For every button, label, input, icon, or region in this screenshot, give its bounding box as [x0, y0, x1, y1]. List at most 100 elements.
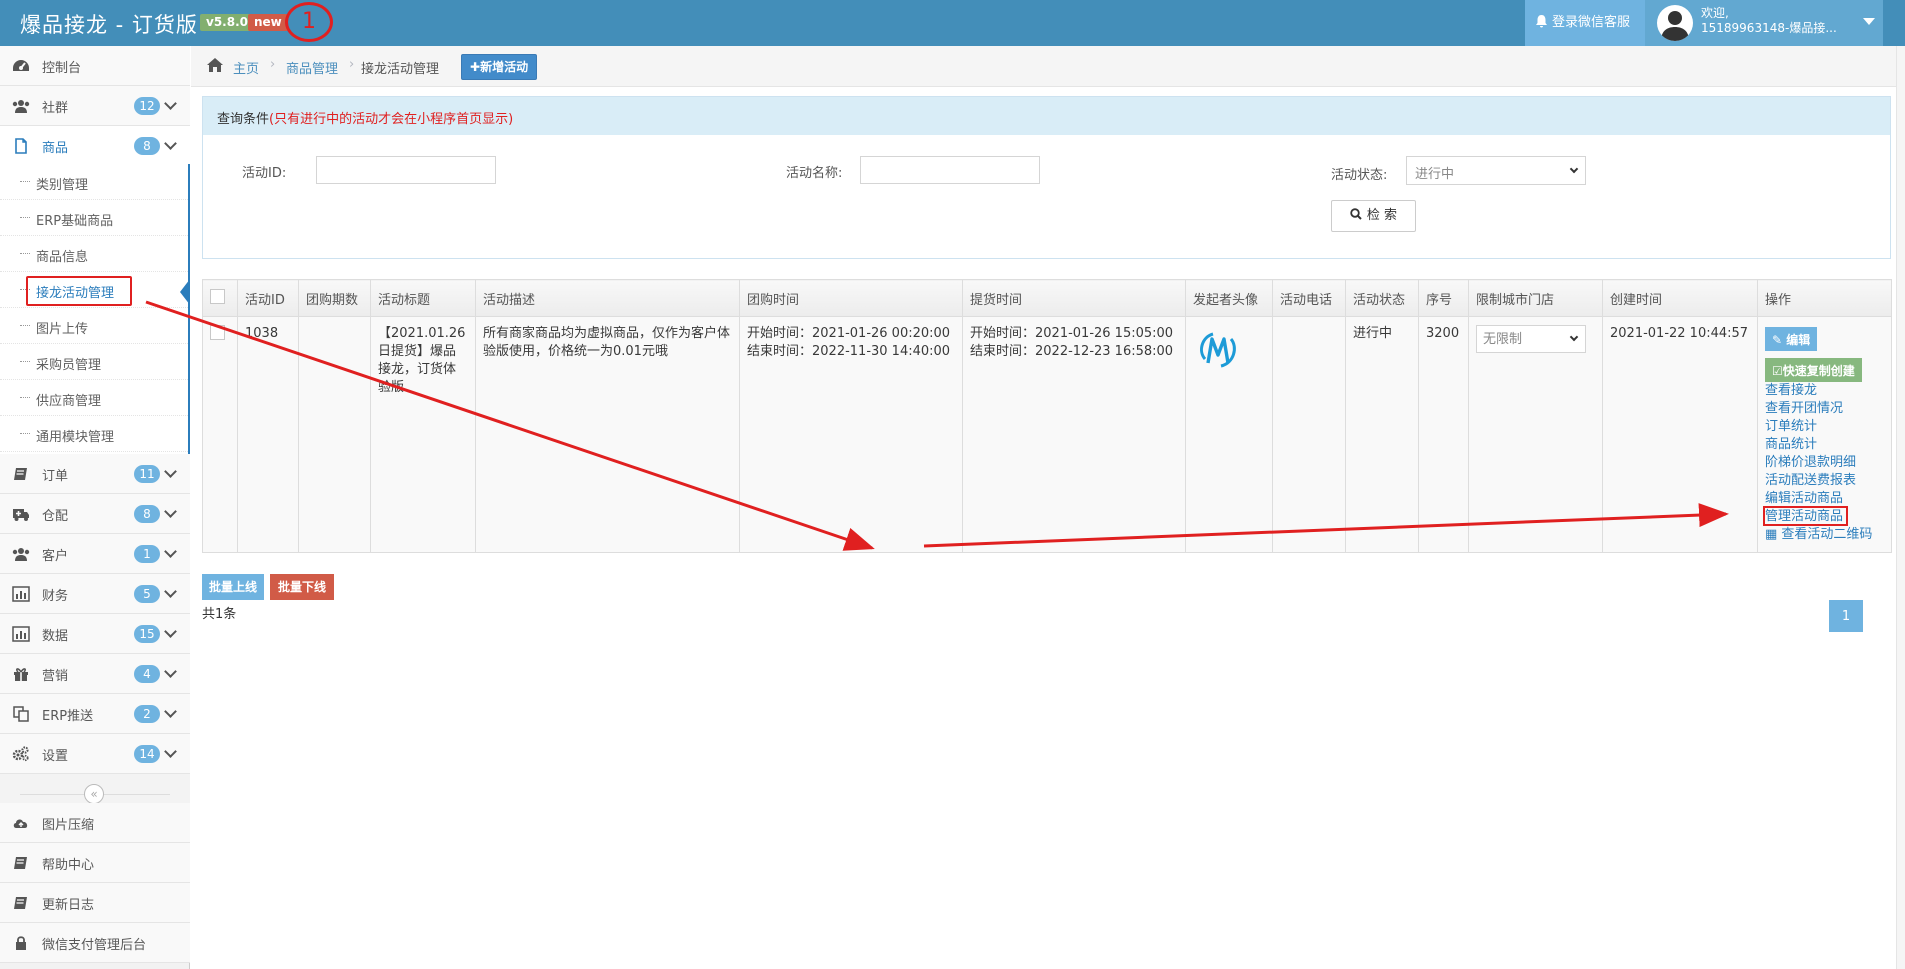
select-all-cell	[202, 279, 238, 317]
row-select-cell	[202, 316, 238, 553]
sidebar-item-erp-push[interactable]: ERP推送 2	[0, 694, 190, 734]
version-badge: v5.8.0	[200, 14, 254, 31]
pencil-icon: ✎	[1772, 333, 1787, 347]
sidebar-item-settings[interactable]: 设置 14	[0, 734, 190, 774]
column-header: 团购期数	[298, 279, 371, 317]
table-header-row: 活动ID 团购期数 活动标题 活动描述 团购时间 提货时间 发起者头像 活动电话…	[202, 279, 1892, 317]
sidebar-item-dashboard[interactable]: 控制台	[0, 46, 190, 86]
city-store-cell: 无限制	[1468, 316, 1603, 553]
active-submenu-pointer	[180, 279, 190, 305]
caret-down-icon	[1863, 18, 1875, 25]
view-relay-link[interactable]: 查看接龙	[1765, 382, 1884, 400]
breadcrumb-current: 接龙活动管理	[361, 62, 440, 77]
delivery-fee-report-link[interactable]: 活动配送费报表	[1765, 472, 1884, 490]
select-all-checkbox[interactable]	[210, 288, 225, 304]
sidebar-item-wxpay[interactable]: 微信支付管理后台	[0, 923, 190, 963]
pickup-start-time: 开始时间：2021-01-26 15:05:00	[970, 326, 1174, 341]
chevron-down-icon	[164, 97, 177, 110]
count-badge: 15	[134, 625, 160, 643]
sidebar-item-changelog[interactable]: 更新日志	[0, 883, 190, 923]
double-left-icon[interactable]: «	[84, 784, 104, 804]
sidebar-item-marketing[interactable]: 营销 4	[0, 654, 190, 694]
sidebar-item-orders[interactable]: 订单 11	[0, 454, 190, 494]
query-note: (只有进行中的活动才会在小程序首页显示)	[269, 112, 514, 127]
copy-icon	[13, 706, 29, 722]
sidebar-item-label: 图片压缩	[42, 818, 95, 833]
activity-table: 活动ID 团购期数 活动标题 活动描述 团购时间 提货时间 发起者头像 活动电话…	[202, 279, 1892, 553]
submenu-item-image-upload[interactable]: 图片上传	[0, 308, 188, 344]
chevron-down-icon	[164, 705, 177, 718]
sidebar-item-help[interactable]: 帮助中心	[0, 843, 190, 883]
book-icon	[14, 897, 27, 909]
add-activity-button[interactable]: ✚新增活动	[461, 54, 538, 80]
count-badge: 4	[134, 665, 160, 683]
page-button-1[interactable]: 1	[1829, 600, 1863, 632]
pickup-time: 开始时间：2021-01-26 15:05:00 结束时间：2022-12-23…	[962, 316, 1186, 553]
table-row: 1038 【2021.01.26日提货】爆品接龙，订货体验版 所有商家商品均为虚…	[202, 316, 1892, 553]
activity-seq: 3200	[1418, 316, 1469, 553]
activity-status-label: 活动状态:	[1331, 168, 1388, 183]
sidebar-item-label: 社群	[42, 101, 69, 116]
creator-logo	[1200, 332, 1236, 368]
batch-offline-button[interactable]: 批量下线	[270, 574, 334, 600]
bar-chart-icon	[12, 626, 30, 642]
tier-refund-link[interactable]: 阶梯价退款明细	[1765, 454, 1884, 472]
submenu-item-supplier[interactable]: 供应商管理	[0, 380, 188, 416]
sidebar-item-customers[interactable]: 客户 1	[0, 534, 190, 574]
submenu-item-goods-info[interactable]: 商品信息	[0, 236, 188, 272]
batch-online-button[interactable]: 批量上线	[202, 574, 264, 600]
gift-icon	[14, 668, 28, 681]
page-scrollbar[interactable]	[1896, 46, 1905, 969]
creator-avatar-cell	[1185, 316, 1273, 553]
sidebar-item-data[interactable]: 数据 15	[0, 614, 190, 654]
column-header: 活动状态	[1345, 279, 1419, 317]
quick-copy-button[interactable]: ☑快速复制创建	[1765, 358, 1862, 382]
edit-square-icon: ☑	[1772, 364, 1783, 378]
chevron-down-icon	[164, 505, 177, 518]
column-header: 提货时间	[962, 279, 1186, 317]
submenu-item-erp-goods[interactable]: ERP基础商品	[0, 200, 188, 236]
count-badge: 14	[134, 745, 160, 763]
sidebar-item-label: 设置	[42, 749, 69, 764]
chevron-down-icon	[1569, 332, 1579, 342]
file-icon	[15, 138, 27, 154]
row-checkbox[interactable]	[210, 325, 225, 340]
breadcrumb-section[interactable]: 商品管理	[286, 58, 338, 77]
submenu-item-common-module[interactable]: 通用模块管理	[0, 416, 188, 452]
activity-title: 【2021.01.26日提货】爆品接龙，订货体验版	[370, 316, 476, 553]
sidebar-item-finance[interactable]: 财务 5	[0, 574, 190, 614]
sidebar-item-label: 财务	[42, 589, 69, 604]
edit-button[interactable]: ✎ 编辑	[1765, 327, 1818, 351]
user-menu[interactable]: 欢迎, 15189963148-爆品接...	[1645, 0, 1883, 46]
group-icon	[12, 548, 30, 561]
wechat-service-button[interactable]: 登录微信客服	[1525, 0, 1645, 46]
activity-status-select[interactable]: 进行中	[1406, 156, 1586, 185]
view-qrcode-link[interactable]: ▦ 查看活动二维码	[1765, 526, 1884, 544]
goods-stats-link[interactable]: 商品统计	[1765, 436, 1884, 454]
order-stats-link[interactable]: 订单统计	[1765, 418, 1884, 436]
activity-name-input[interactable]	[860, 156, 1040, 184]
group-start-time: 开始时间：2021-01-26 00:20:00	[747, 326, 951, 341]
sidebar-item-community[interactable]: 社群 12	[0, 86, 190, 126]
view-group-status-link[interactable]: 查看开团情况	[1765, 400, 1884, 418]
sidebar-item-image-compress[interactable]: 图片压缩	[0, 803, 190, 843]
cogs-icon	[12, 746, 29, 762]
sidebar-item-label: 控制台	[42, 61, 82, 76]
submenu-item-category[interactable]: 类别管理	[0, 164, 188, 200]
column-header: 创建时间	[1602, 279, 1758, 317]
sidebar-item-warehouse[interactable]: 仓配 8	[0, 494, 190, 534]
breadcrumb-home[interactable]: 主页	[233, 58, 259, 77]
username: 15189963148-爆品接...	[1701, 21, 1837, 35]
search-button[interactable]: 检 索	[1331, 200, 1416, 232]
submenu-item-buyer[interactable]: 采购员管理	[0, 344, 188, 380]
chevron-down-icon	[164, 585, 177, 598]
activity-id-input[interactable]	[316, 156, 496, 184]
search-icon	[1350, 208, 1362, 220]
sidebar-item-goods[interactable]: 商品 8	[0, 126, 190, 168]
book-icon	[14, 468, 27, 480]
city-store-select[interactable]: 无限制	[1476, 325, 1586, 353]
breadcrumb: 主页 › 商品管理 › 接龙活动管理 ✚新增活动	[191, 46, 1905, 87]
app-title[interactable]: 爆品接龙 - 订货版	[20, 9, 198, 39]
book-icon	[14, 857, 27, 869]
lock-icon	[16, 936, 26, 950]
